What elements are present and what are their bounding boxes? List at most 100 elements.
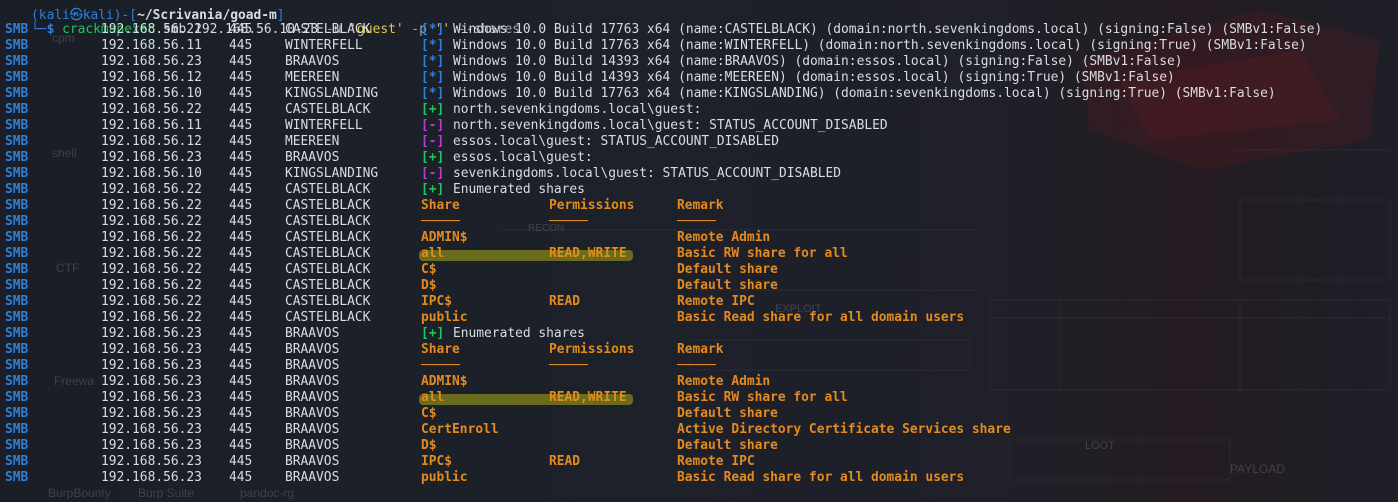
port-number: 445	[229, 278, 253, 293]
protocol-label: SMB	[5, 166, 29, 181]
status-marker: [+]	[421, 182, 445, 197]
ip-address: 192.168.56.11	[101, 38, 202, 53]
status-message: north.sevenkingdoms.local\guest:	[453, 102, 702, 117]
share-name: IPC$	[421, 454, 453, 469]
protocol-label: SMB	[5, 134, 29, 149]
output-line: SMB 192.168.56.22 445 CASTELBLACK ───── ─────…	[0, 214, 1398, 230]
terminal-window[interactable]: cpm shell CTF Freewa BurpBounty Burp Sui…	[0, 0, 1398, 502]
protocol-label: SMB	[5, 246, 29, 261]
status-marker: [+]	[421, 326, 445, 341]
output-line: SMB 192.168.56.22 445 CASTELBLACK ADMIN$ Remo…	[0, 230, 1398, 246]
output-line: SMB 192.168.56.23 445 BRAAVOS [+] Enumerated …	[0, 326, 1398, 342]
share-permissions: READ	[549, 454, 581, 469]
output-line: SMB 192.168.56.10 445 KINGSLANDING [-] sevenk…	[0, 166, 1398, 182]
output-line: SMB 192.168.56.23 445 BRAAVOS public Basic Re…	[0, 470, 1398, 486]
share-name: public	[421, 470, 468, 485]
share-name: ADMIN$	[421, 374, 468, 389]
protocol-label: SMB	[5, 358, 29, 373]
hostname: CASTELBLACK	[285, 102, 371, 117]
protocol-label: SMB	[5, 326, 29, 341]
share-remark: Basic RW share for all	[677, 390, 848, 405]
hostname: WINTERFELL	[285, 118, 363, 133]
ip-address: 192.168.56.22	[101, 230, 202, 245]
output-line: SMB 192.168.56.22 445 CASTELBLACK C$ Default …	[0, 262, 1398, 278]
output-line: SMB 192.168.56.23 445 BRAAVOS IPC$ READ Remote…	[0, 454, 1398, 470]
desktop-icon-label: Burp Suite	[138, 486, 195, 500]
ip-address: 192.168.56.23	[101, 406, 202, 421]
protocol-label: SMB	[5, 86, 29, 101]
share-remark: Remote Admin	[677, 230, 771, 245]
output-line: SMB 192.168.56.23 445 BRAAVOS ───── ───── ────…	[0, 358, 1398, 374]
hostname: CASTELBLACK	[285, 246, 371, 261]
share-name: D$	[421, 438, 437, 453]
ip-address: 192.168.56.10	[101, 86, 202, 101]
protocol-label: SMB	[5, 406, 29, 421]
share-remark: Active Directory Certificate Services sh…	[677, 422, 1011, 437]
output-line: SMB 192.168.56.22 445 CASTELBLACK all READ,WR…	[0, 246, 1398, 262]
share-name: ADMIN$	[421, 230, 468, 245]
protocol-label: SMB	[5, 342, 29, 357]
share-remark: Remote Admin	[677, 374, 771, 389]
port-number: 445	[229, 38, 253, 53]
hostname: WINTERFELL	[285, 38, 363, 53]
hostname: CASTELBLACK	[285, 182, 371, 197]
protocol-label: SMB	[5, 150, 29, 165]
hostname: BRAAVOS	[285, 406, 340, 421]
output-line: SMB 192.168.56.22 445 CASTELBLACK [+] north.s…	[0, 102, 1398, 118]
hostname: BRAAVOS	[285, 454, 340, 469]
protocol-label: SMB	[5, 230, 29, 245]
hostname: CASTELBLACK	[285, 214, 371, 229]
desktop-icon-label: pandoc-rg	[240, 486, 295, 500]
port-number: 445	[229, 262, 253, 277]
command-line[interactable]: └─$ crackmapexec smb 192.168.56.10-23 -u…	[0, 6, 520, 37]
share-remark: Default share	[677, 262, 778, 277]
column-underline: ─────	[421, 214, 460, 229]
port-number: 445	[229, 422, 253, 437]
hostname: MEEREEN	[285, 134, 340, 149]
port-number: 445	[229, 150, 253, 165]
hostname: BRAAVOS	[285, 390, 340, 405]
port-number: 445	[229, 70, 253, 85]
port-number: 445	[229, 294, 253, 309]
port-number: 445	[229, 374, 253, 389]
permissions-column-header: Permissions	[549, 198, 635, 213]
status-marker: [+]	[421, 150, 445, 165]
share-permissions: READ	[549, 294, 581, 309]
protocol-label: SMB	[5, 470, 29, 485]
status-message: sevenkingdoms.local\guest: STATUS_ACCOUN…	[453, 166, 842, 181]
status-message: Windows 10.0 Build 14393 x64 (name:BRAAV…	[453, 54, 1183, 69]
port-number: 445	[229, 310, 253, 325]
share-name: C$	[421, 262, 437, 277]
share-column-header: Share	[421, 342, 460, 357]
protocol-label: SMB	[5, 310, 29, 325]
hostname: BRAAVOS	[285, 438, 340, 453]
protocol-label: SMB	[5, 54, 29, 69]
port-number: 445	[229, 358, 253, 373]
status-message: essos.local\guest:	[453, 150, 593, 165]
ip-address: 192.168.56.22	[101, 246, 202, 261]
status-message: Windows 10.0 Build 14393 x64 (name:MEERE…	[453, 70, 1175, 85]
hostname: CASTELBLACK	[285, 22, 371, 37]
share-remark: Basic Read share for all domain users	[677, 470, 965, 485]
port-number: 445	[229, 438, 253, 453]
ip-address: 192.168.56.12	[101, 70, 202, 85]
status-marker: [*]	[421, 38, 445, 53]
output-line: SMB 192.168.56.11 445 WINTERFELL [-] north.se…	[0, 118, 1398, 134]
column-underline: ─────	[549, 358, 588, 373]
output-line: SMB 192.168.56.23 445 BRAAVOS D$ Default shar…	[0, 438, 1398, 454]
share-column-header: Share	[421, 198, 460, 213]
status-message: essos.local\guest: STATUS_ACCOUNT_DISABL…	[453, 134, 779, 149]
share-remark: Remote IPC	[677, 294, 755, 309]
column-underline: ─────	[421, 358, 460, 373]
hostname: BRAAVOS	[285, 422, 340, 437]
hostname: CASTELBLACK	[285, 198, 371, 213]
status-marker: [*]	[421, 70, 445, 85]
output-line: SMB 192.168.56.22 445 CASTELBLACK IPC$ READ Re…	[0, 294, 1398, 310]
protocol-label: SMB	[5, 182, 29, 197]
hostname: KINGSLANDING	[285, 86, 379, 101]
ip-address: 192.168.56.23	[101, 326, 202, 341]
ip-address: 192.168.56.23	[101, 342, 202, 357]
ip-address: 192.168.56.22	[101, 22, 202, 37]
ip-address: 192.168.56.22	[101, 182, 202, 197]
output-line: SMB 192.168.56.11 445 WINTERFELL [*] Windows …	[0, 38, 1398, 54]
